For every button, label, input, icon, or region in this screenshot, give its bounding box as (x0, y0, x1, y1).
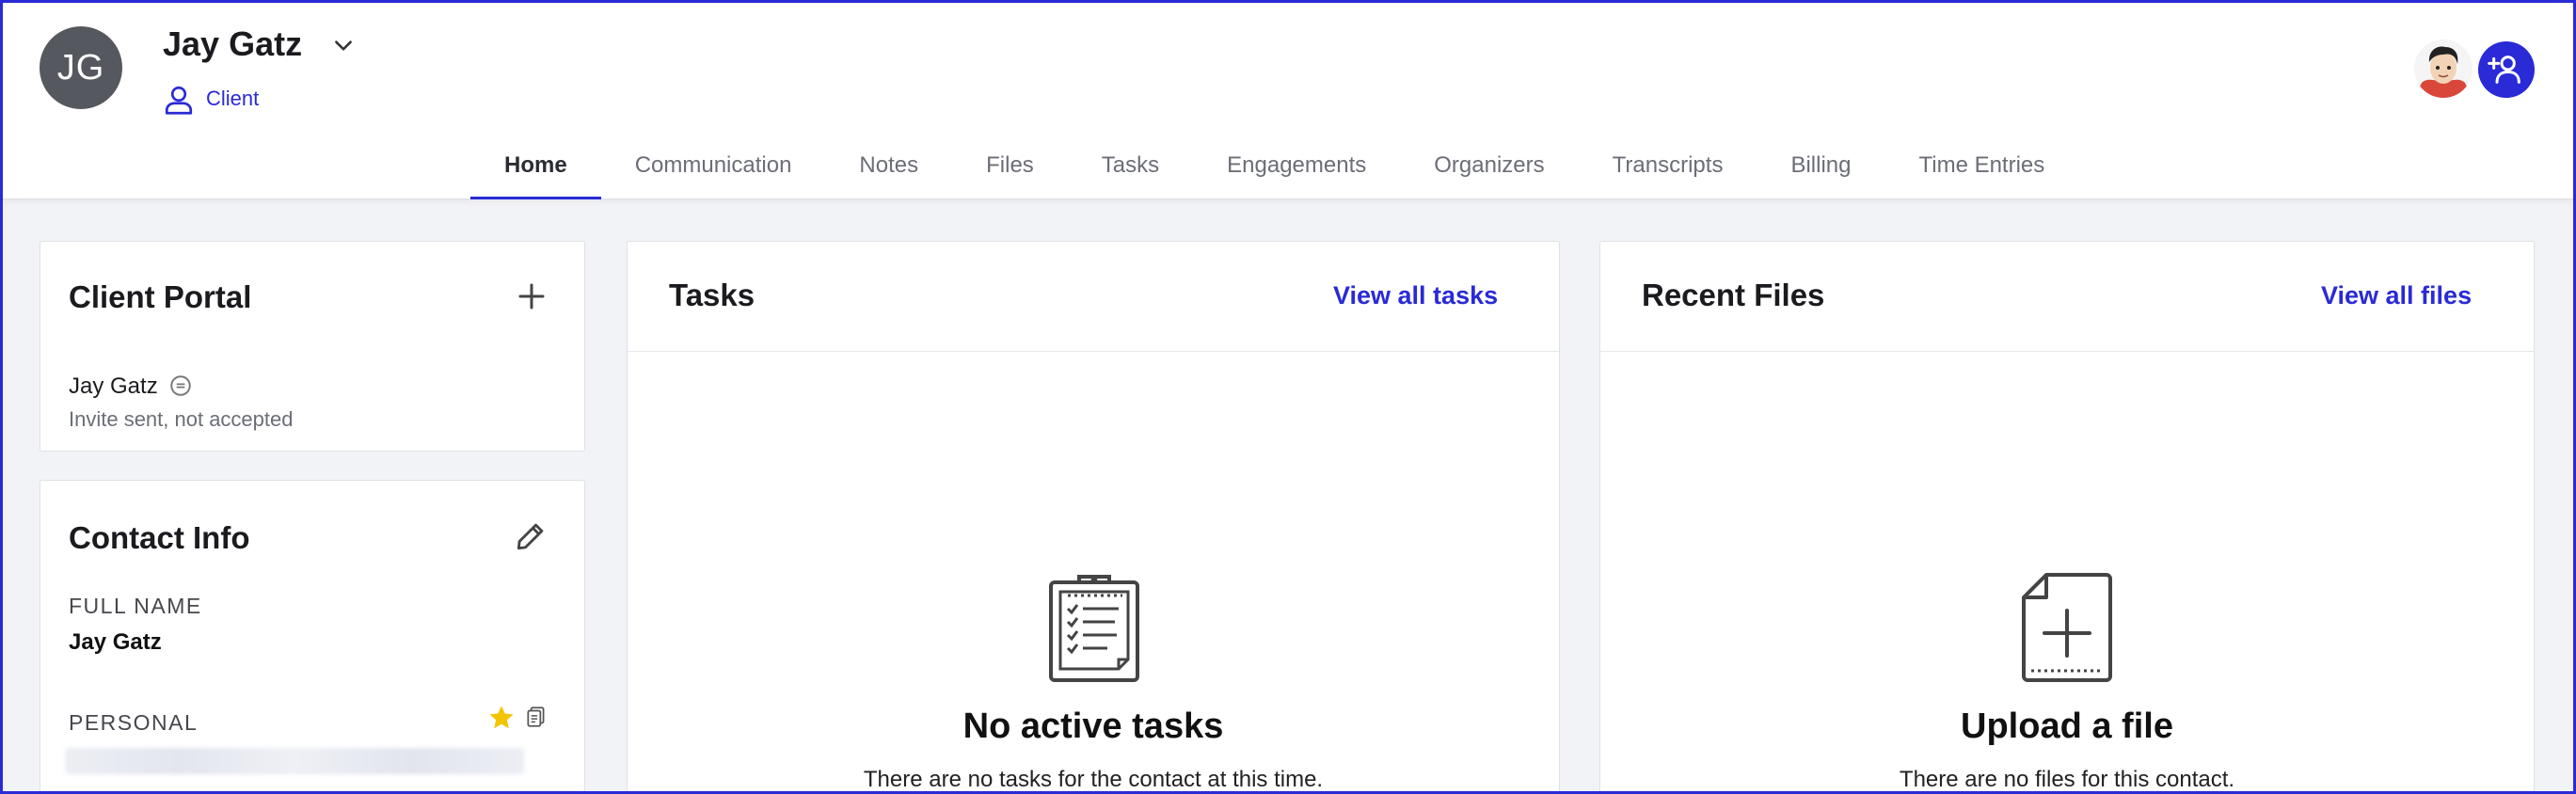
contact-tabs: Home Communication Notes Files Tasks Eng… (470, 134, 2078, 199)
tab-transcripts[interactable]: Transcripts (1579, 134, 1757, 199)
view-all-tasks-link[interactable]: View all tasks (1333, 281, 1498, 310)
tasks-empty-title: No active tasks (962, 707, 1224, 746)
portal-invite-status: Invite sent, not accepted (69, 407, 294, 431)
chevron-down-icon[interactable] (331, 34, 356, 58)
tab-time-entries[interactable]: Time Entries (1884, 134, 2078, 199)
full-name-value: Jay Gatz (69, 629, 162, 655)
client-portal-title: Client Portal (69, 279, 252, 314)
contact-info-card: Contact Info FULL NAME Jay Gatz PERSONAL (40, 480, 585, 794)
view-all-files-link[interactable]: View all files (2321, 281, 2472, 310)
contact-avatar: JG (40, 26, 122, 109)
user-icon (165, 86, 193, 115)
tab-organizers[interactable]: Organizers (1400, 134, 1578, 199)
personal-label: PERSONAL (69, 710, 199, 735)
contact-type-label[interactable]: Client (206, 87, 259, 111)
files-empty-title: Upload a file (1961, 707, 2173, 746)
clipboard-icon (1049, 575, 1139, 682)
client-portal-card: Client Portal Jay Gatz Invite sent, not … (40, 241, 585, 452)
recent-files-title: Recent Files (1642, 278, 1825, 312)
contact-info-title: Contact Info (69, 520, 250, 555)
contact-name[interactable]: Jay Gatz (163, 24, 302, 64)
status-icon (170, 375, 191, 396)
files-card-divider (1600, 351, 2534, 352)
tab-notes[interactable]: Notes (825, 134, 952, 199)
tasks-title: Tasks (669, 278, 755, 312)
redacted-personal-value (65, 748, 524, 774)
portal-user-name: Jay Gatz (69, 373, 158, 399)
tasks-card: Tasks View all tasks No active tasks The… (627, 241, 1560, 794)
tab-communication[interactable]: Communication (601, 134, 826, 199)
add-user-icon (2488, 56, 2520, 84)
recent-files-card: Recent Files View all files Upload a fil… (1599, 241, 2535, 794)
tasks-card-divider (628, 351, 1559, 352)
team-member-avatar[interactable] (2414, 40, 2473, 98)
tab-engagements[interactable]: Engagements (1193, 134, 1400, 199)
avatar-illustration-icon (2414, 40, 2473, 98)
tab-tasks[interactable]: Tasks (1068, 134, 1193, 199)
star-icon[interactable] (486, 703, 517, 733)
tab-files[interactable]: Files (952, 134, 1068, 199)
full-name-label: FULL NAME (69, 594, 202, 618)
plus-icon[interactable] (515, 279, 549, 313)
contact-header: JG Jay Gatz Client Home Communication No… (0, 0, 2576, 199)
tab-home[interactable]: Home (470, 134, 601, 199)
tab-billing[interactable]: Billing (1757, 134, 1884, 199)
add-user-button[interactable] (2478, 41, 2535, 98)
pencil-icon[interactable] (513, 518, 549, 554)
tasks-empty-message: There are no tasks for the contact at th… (863, 767, 1324, 792)
copy-icon[interactable] (524, 705, 549, 729)
file-add-icon[interactable] (2020, 571, 2114, 684)
files-empty-message: There are no files for this contact. (1899, 767, 2235, 792)
